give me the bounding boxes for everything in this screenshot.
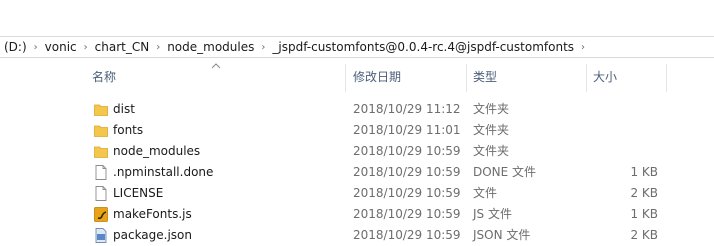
column-headers: 名称 修改日期 类型 大小 <box>0 62 714 92</box>
file-row[interactable]: package.json 2018/10/29 10:59 JSON 文件 2 … <box>0 225 714 246</box>
file-size: 1 KB <box>630 207 658 221</box>
file-type: JSON 文件 <box>473 228 531 242</box>
file-name: node_modules <box>113 144 201 158</box>
file-type: 文件 <box>473 186 498 200</box>
folder-icon <box>94 125 108 137</box>
file-icon <box>95 165 107 180</box>
file-date: 2018/10/29 10:59 <box>353 144 461 158</box>
folder-icon <box>94 146 108 158</box>
file-type: DONE 文件 <box>473 165 537 179</box>
file-type: 文件夹 <box>473 144 510 158</box>
breadcrumb: (D:) › vonic › chart_CN › node_modules ›… <box>0 37 588 57</box>
file-row[interactable]: .npminstall.done 2018/10/29 10:59 DONE 文… <box>0 162 714 183</box>
file-size: 2 KB <box>630 186 658 200</box>
column-header-size[interactable]: 大小 <box>593 62 617 92</box>
file-row[interactable]: fonts 2018/10/29 11:01 文件夹 <box>0 120 714 141</box>
file-type: 文件夹 <box>473 123 510 137</box>
file-date: 2018/10/29 10:59 <box>353 228 461 242</box>
file-name: LICENSE <box>113 186 164 200</box>
folder-icon <box>94 104 108 116</box>
sort-ascending-icon <box>211 63 221 69</box>
breadcrumb-current-folder[interactable]: _jspdf-customfonts@0.0.4-rc.4@jspdf-cust… <box>268 40 578 54</box>
file-name: .npminstall.done <box>113 165 214 179</box>
chevron-right-icon[interactable]: › <box>578 42 588 53</box>
file-row[interactable]: makeFonts.js 2018/10/29 10:59 JS 文件 1 KB <box>0 204 714 225</box>
column-header-type[interactable]: 类型 <box>473 62 497 92</box>
file-icon <box>95 186 107 201</box>
file-size: 1 KB <box>630 165 658 179</box>
file-date: 2018/10/29 10:59 <box>353 165 461 179</box>
file-row[interactable]: LICENSE 2018/10/29 10:59 文件 2 KB <box>0 183 714 204</box>
file-name: package.json <box>113 228 193 242</box>
file-name: dist <box>113 102 135 116</box>
file-date: 2018/10/29 11:01 <box>353 123 461 137</box>
column-header-name[interactable]: 名称 <box>92 62 116 92</box>
chevron-right-icon[interactable]: › <box>258 42 268 53</box>
chevron-right-icon[interactable]: › <box>81 42 91 53</box>
file-date: 2018/10/29 11:12 <box>353 102 461 116</box>
file-type: JS 文件 <box>473 207 512 221</box>
chevron-right-icon[interactable]: › <box>153 42 163 53</box>
breadcrumb-node-modules[interactable]: node_modules <box>163 40 258 54</box>
file-row[interactable]: dist 2018/10/29 11:12 文件夹 <box>0 99 714 120</box>
file-name: fonts <box>113 123 144 137</box>
json-file-icon <box>95 228 107 243</box>
column-divider[interactable] <box>466 64 467 92</box>
file-date: 2018/10/29 10:59 <box>353 186 461 200</box>
column-divider[interactable] <box>666 64 667 92</box>
file-date: 2018/10/29 10:59 <box>353 207 461 221</box>
file-type: 文件夹 <box>473 102 510 116</box>
breadcrumb-vonic[interactable]: vonic <box>41 40 81 54</box>
column-header-date[interactable]: 修改日期 <box>353 62 401 92</box>
js-file-icon <box>94 207 108 222</box>
breadcrumb-chart-cn[interactable]: chart_CN <box>91 40 154 54</box>
breadcrumb-drive[interactable]: (D:) <box>0 40 31 54</box>
address-bar[interactable]: (D:) › vonic › chart_CN › node_modules ›… <box>0 36 714 58</box>
chevron-right-icon[interactable]: › <box>31 42 41 53</box>
column-divider[interactable] <box>586 64 587 92</box>
column-divider[interactable] <box>345 64 346 92</box>
file-size: 2 KB <box>630 228 658 242</box>
file-name: makeFonts.js <box>113 207 192 221</box>
file-row[interactable]: node_modules 2018/10/29 10:59 文件夹 <box>0 141 714 162</box>
